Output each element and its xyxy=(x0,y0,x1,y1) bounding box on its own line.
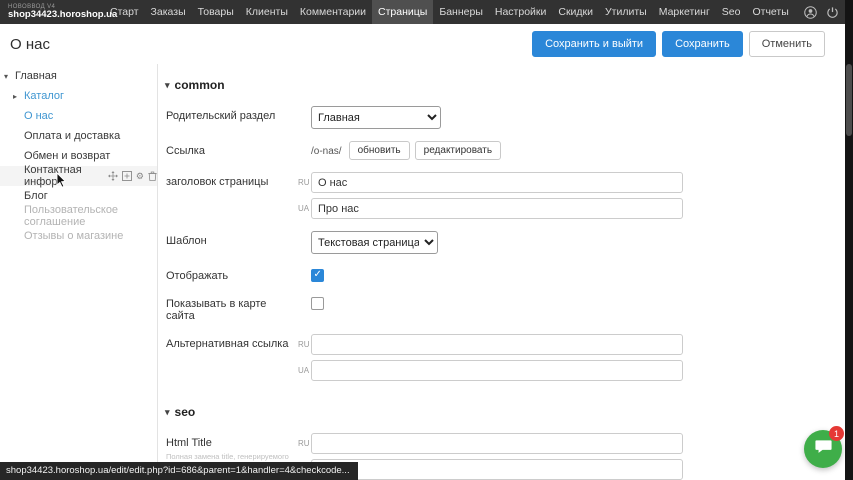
sidebar-item-exchange-return[interactable]: Обмен и возврат xyxy=(0,146,157,166)
display-checkbox[interactable] xyxy=(311,269,324,282)
top-nav-bar: НОВОВВОД V4 shop34423.horoshop.ua Старт … xyxy=(0,0,853,24)
caret-down-icon[interactable]: ▾ xyxy=(4,72,15,81)
page-header: О нас Сохранить и выйти Сохранить Отмени… xyxy=(0,24,845,64)
logo[interactable]: НОВОВВОД V4 shop34423.horoshop.ua xyxy=(0,4,104,20)
link-row: Ссылка /o-nas/ обновить редактировать xyxy=(166,141,845,160)
alt-link-label: Альтернативная ссылка xyxy=(166,334,298,350)
sitemap-row: Показывать в карте сайта xyxy=(166,294,845,322)
sidebar-item-blog[interactable]: Блог xyxy=(0,186,157,206)
sidebar-item-payment-delivery[interactable]: Оплата и доставка xyxy=(0,126,157,146)
sitemap-label: Показывать в карте сайта xyxy=(166,294,298,322)
chat-widget-button[interactable]: 1 xyxy=(804,430,842,468)
save-and-exit-button[interactable]: Сохранить и выйти xyxy=(532,31,656,57)
sidebar-item-label: Оплата и доставка xyxy=(24,130,120,142)
sidebar-item-home[interactable]: ▾ Главная xyxy=(0,66,157,86)
page-title-row: заголовок страницы RU UA xyxy=(166,172,845,219)
save-button[interactable]: Сохранить xyxy=(662,31,743,57)
chat-bubble-icon xyxy=(814,437,833,461)
ru-lang-tag: RU xyxy=(298,334,311,355)
html-title-hint: Полная замена title, генерируемого xyxy=(166,452,298,461)
section-common[interactable]: ▾ common xyxy=(165,78,845,92)
alt-link-ru-input[interactable] xyxy=(311,334,683,355)
html-title-label-text: Html Title xyxy=(166,437,212,449)
display-row: Отображать xyxy=(166,266,845,282)
link-refresh-button[interactable]: обновить xyxy=(349,141,410,160)
sidebar-item-store-reviews[interactable]: Отзывы о магазине xyxy=(0,226,157,246)
logout-power-icon[interactable] xyxy=(826,6,839,19)
cancel-button[interactable]: Отменить xyxy=(749,31,825,57)
page-title-field-label: заголовок страницы xyxy=(166,172,298,188)
page-edit-form: ▾ common Родительский раздел Главная Ссы… xyxy=(157,64,845,480)
display-label: Отображать xyxy=(166,266,298,282)
html-title-ru-input[interactable] xyxy=(311,433,683,454)
alt-link-ua-input[interactable] xyxy=(311,360,683,381)
nav-item-reports[interactable]: Отчеты xyxy=(746,0,794,24)
parent-section-select[interactable]: Главная xyxy=(311,106,441,129)
add-page-icon[interactable] xyxy=(122,171,132,181)
nav-item-comments[interactable]: Комментарии xyxy=(294,0,372,24)
gear-icon[interactable]: ⚙ xyxy=(136,171,144,181)
scrollbar-thumb[interactable] xyxy=(846,64,852,136)
page-title: О нас xyxy=(10,36,50,53)
main-nav: Старт Заказы Товары Клиенты Комментарии … xyxy=(104,0,795,24)
sidebar-item-about[interactable]: О нас xyxy=(0,106,157,126)
nav-item-orders[interactable]: Заказы xyxy=(145,0,192,24)
nav-item-settings[interactable]: Настройки xyxy=(489,0,553,24)
page-title-ua-input[interactable] xyxy=(311,198,683,219)
sidebar-item-label: О нас xyxy=(24,110,53,122)
link-path-value: /o-nas/ xyxy=(311,141,342,157)
ru-lang-tag: RU xyxy=(298,172,311,193)
sidebar-item-contact-info[interactable]: Контактная инфор ⚙ xyxy=(0,166,157,186)
caret-down-icon: ▾ xyxy=(165,80,170,91)
ua-lang-tag: UA xyxy=(298,360,311,381)
link-edit-button[interactable]: редактировать xyxy=(415,141,501,160)
template-row: Шаблон Текстовая страница xyxy=(166,231,845,254)
pages-tree-sidebar: ▾ Главная ▸ Каталог О нас Оплата и доста… xyxy=(0,66,157,480)
sidebar-item-label: Блог xyxy=(24,190,48,202)
section-seo-label: seo xyxy=(175,405,196,419)
parent-section-row: Родительский раздел Главная xyxy=(166,106,845,129)
sidebar-item-label: Контактная инфор xyxy=(24,164,103,188)
template-select[interactable]: Текстовая страница xyxy=(311,231,438,254)
sidebar-item-label: Отзывы о магазине xyxy=(24,230,123,242)
html-title-ua-input[interactable] xyxy=(311,459,683,480)
nav-item-products[interactable]: Товары xyxy=(192,0,240,24)
nav-item-start[interactable]: Старт xyxy=(104,0,145,24)
link-label: Ссылка xyxy=(166,141,298,157)
sidebar-item-label: Каталог xyxy=(24,90,64,102)
user-account-icon[interactable] xyxy=(804,6,817,19)
tree-item-actions: ⚙ xyxy=(108,171,157,181)
nav-item-pages[interactable]: Страницы xyxy=(372,0,433,24)
browser-status-url: shop34423.horoshop.ua/edit/edit.php?id=6… xyxy=(0,462,358,480)
html-title-label: Html Title Полная замена title, генериру… xyxy=(166,433,298,461)
ru-lang-tag: RU xyxy=(298,433,311,454)
header-buttons: Сохранить и выйти Сохранить Отменить xyxy=(532,31,825,57)
nav-item-banners[interactable]: Баннеры xyxy=(433,0,489,24)
sidebar-item-label: Пользовательское соглашение xyxy=(24,204,157,228)
move-icon[interactable] xyxy=(108,171,118,181)
alt-link-row: Альтернативная ссылка RU UA xyxy=(166,334,845,381)
section-common-label: common xyxy=(175,78,225,92)
ua-lang-tag: UA xyxy=(298,198,311,219)
nav-item-utilities[interactable]: Утилиты xyxy=(599,0,653,24)
chat-notification-badge: 1 xyxy=(829,426,844,441)
caret-right-icon[interactable]: ▸ xyxy=(13,92,24,101)
sidebar-item-label: Обмен и возврат xyxy=(24,150,110,162)
sidebar-item-catalog[interactable]: ▸ Каталог xyxy=(0,86,157,106)
template-label: Шаблон xyxy=(166,231,298,247)
vertical-scrollbar[interactable] xyxy=(845,0,853,480)
sitemap-checkbox[interactable] xyxy=(311,297,324,310)
sidebar-item-user-agreement[interactable]: Пользовательское соглашение xyxy=(0,206,157,226)
caret-down-icon: ▾ xyxy=(165,407,170,418)
nav-item-clients[interactable]: Клиенты xyxy=(240,0,294,24)
page-title-ru-input[interactable] xyxy=(311,172,683,193)
nav-item-discounts[interactable]: Скидки xyxy=(552,0,599,24)
nav-item-seo[interactable]: Seo xyxy=(716,0,747,24)
sidebar-item-label: Главная xyxy=(15,70,57,82)
delete-icon[interactable] xyxy=(148,171,157,181)
nav-item-marketing[interactable]: Маркетинг xyxy=(653,0,716,24)
section-seo[interactable]: ▾ seo xyxy=(165,405,845,419)
parent-section-label: Родительский раздел xyxy=(166,106,298,122)
logo-domain-label: shop34423.horoshop.ua xyxy=(8,10,104,20)
